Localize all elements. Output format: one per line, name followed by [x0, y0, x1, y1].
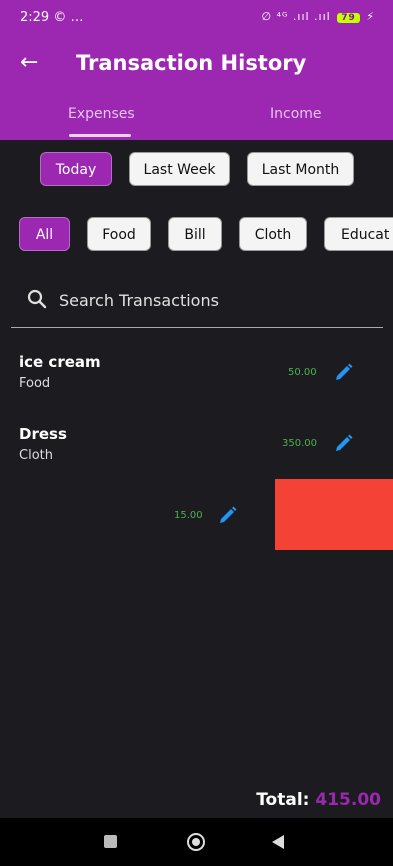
- whatsapp-icon: © …: [53, 10, 84, 25]
- status-icons: ∅ ⁴ᴳ .ııl .ııl 79 ⚡: [262, 10, 375, 23]
- recents-icon[interactable]: [104, 835, 117, 848]
- transaction-amount: 350.00: [282, 438, 317, 449]
- status-time: 2:29 © …: [20, 10, 83, 25]
- battery-icon: 79: [337, 13, 360, 23]
- status-time-text: 2:29: [20, 10, 50, 25]
- edit-icon[interactable]: [334, 433, 354, 457]
- search-input[interactable]: Search Transactions: [59, 291, 219, 310]
- filter-last-month[interactable]: Last Month: [247, 152, 354, 186]
- transaction-name: ice cream: [19, 353, 101, 371]
- total-label: Total:: [256, 790, 310, 810]
- category-bill[interactable]: Bill: [168, 217, 222, 251]
- search-icon: [26, 288, 48, 314]
- category-cloth[interactable]: Cloth: [239, 217, 307, 251]
- status-bar: 2:29 © … ∅ ⁴ᴳ .ııl .ııl 79 ⚡: [0, 0, 393, 36]
- swipe-delete-background[interactable]: [275, 479, 393, 550]
- total-value: 415.00: [315, 790, 381, 810]
- app-bar: 2:29 © … ∅ ⁴ᴳ .ııl .ııl 79 ⚡ ← Transacti…: [0, 0, 393, 140]
- filter-today[interactable]: Today: [40, 152, 112, 186]
- category-education[interactable]: Educat: [324, 217, 393, 251]
- home-icon[interactable]: [187, 833, 205, 851]
- page-title: Transaction History: [76, 51, 307, 75]
- system-nav-bar: [0, 818, 393, 866]
- edit-icon[interactable]: [334, 362, 354, 386]
- transaction-category: Food: [19, 376, 51, 391]
- transaction-amount: 50.00: [288, 367, 317, 378]
- search-underline: [11, 327, 383, 328]
- signal-icon: ∅ ⁴ᴳ .ııl .ııl: [261, 10, 331, 23]
- back-arrow-icon[interactable]: ←: [20, 50, 38, 75]
- tab-indicator: [69, 134, 131, 137]
- transaction-amount: 15.00: [174, 510, 203, 521]
- transaction-category: Cloth: [19, 448, 53, 463]
- back-triangle-icon[interactable]: [272, 835, 284, 849]
- edit-icon[interactable]: [218, 505, 238, 529]
- total-summary: Total: 415.00: [256, 790, 381, 810]
- charging-icon: ⚡: [366, 10, 375, 23]
- category-all[interactable]: All: [19, 217, 70, 251]
- category-food[interactable]: Food: [87, 217, 151, 251]
- transaction-name: Dress: [19, 425, 67, 443]
- filter-last-week[interactable]: Last Week: [129, 152, 230, 186]
- tab-income[interactable]: Income: [270, 106, 322, 122]
- tab-expenses[interactable]: Expenses: [68, 106, 135, 122]
